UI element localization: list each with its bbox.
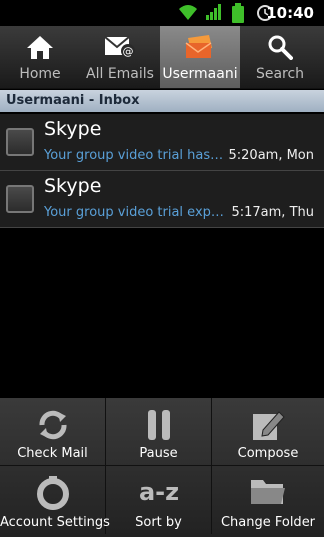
sort-az-icon: a-z — [139, 478, 179, 506]
email-date: 5:17am, Thu — [231, 205, 314, 220]
wifi-icon — [179, 5, 197, 20]
email-sender: Skype — [44, 175, 102, 197]
email-subject: Your group video trial has e... — [44, 148, 224, 163]
sort-by-label: Sort by — [135, 515, 182, 530]
tab-search-label: Search — [255, 66, 305, 82]
signal-icon — [206, 4, 221, 20]
email-checkbox[interactable] — [6, 185, 34, 213]
tab-bar: Home @ All Emails Usermaani Search — [0, 26, 324, 89]
compose-icon — [253, 411, 285, 440]
status-bar: 10:40 — [0, 0, 324, 26]
tab-all-emails[interactable]: @ All Emails — [80, 26, 160, 88]
tab-usermaani[interactable]: Usermaani — [160, 26, 240, 88]
check-mail-button[interactable]: Check Mail — [0, 398, 106, 466]
pause-label: Pause — [139, 446, 178, 461]
battery-icon — [232, 3, 244, 23]
refresh-icon — [39, 410, 66, 440]
sort-by-button[interactable]: a-z Sort by — [106, 466, 212, 534]
email-date: 5:20am, Mon — [228, 148, 315, 163]
change-folder-label: Change Folder — [220, 515, 316, 530]
tab-home[interactable]: Home — [0, 26, 80, 88]
change-folder-button[interactable]: Change Folder — [212, 466, 324, 534]
tab-usermaani-label: Usermaani — [162, 66, 238, 82]
email-row[interactable]: Skype Your group video trial expire... 5… — [0, 171, 324, 228]
email-sender: Skype — [44, 118, 102, 140]
check-mail-label: Check Mail — [17, 446, 88, 461]
svg-text:@: @ — [123, 45, 134, 58]
pause-button[interactable]: Pause — [106, 398, 212, 466]
email-checkbox[interactable] — [6, 128, 34, 156]
account-settings-button[interactable]: Account Settings — [0, 466, 110, 534]
compose-button[interactable]: Compose — [212, 398, 324, 466]
folder-header: Usermaani - Inbox — [0, 90, 324, 112]
tab-all-emails-label: All Emails — [86, 66, 154, 82]
home-icon — [27, 36, 53, 59]
all-emails-icon: @ — [104, 36, 135, 58]
account-settings-label: Account Settings — [0, 515, 110, 530]
tab-search[interactable]: Search — [240, 26, 320, 88]
search-icon — [268, 35, 293, 60]
status-time: 10:40 — [266, 4, 314, 22]
options-menu: Check Mail Pause Compose Account Setting… — [0, 398, 324, 537]
compose-label: Compose — [237, 446, 299, 461]
folder-icon — [251, 480, 285, 504]
email-row[interactable]: Skype Your group video trial has e... 5:… — [0, 114, 324, 171]
account-mail-icon — [185, 35, 212, 58]
tab-home-label: Home — [19, 66, 61, 82]
email-subject: Your group video trial expire... — [44, 205, 224, 220]
svg-text:a-z: a-z — [139, 478, 179, 506]
pause-icon — [147, 410, 170, 440]
settings-icon — [36, 476, 69, 510]
folder-title: Usermaani - Inbox — [6, 93, 140, 108]
